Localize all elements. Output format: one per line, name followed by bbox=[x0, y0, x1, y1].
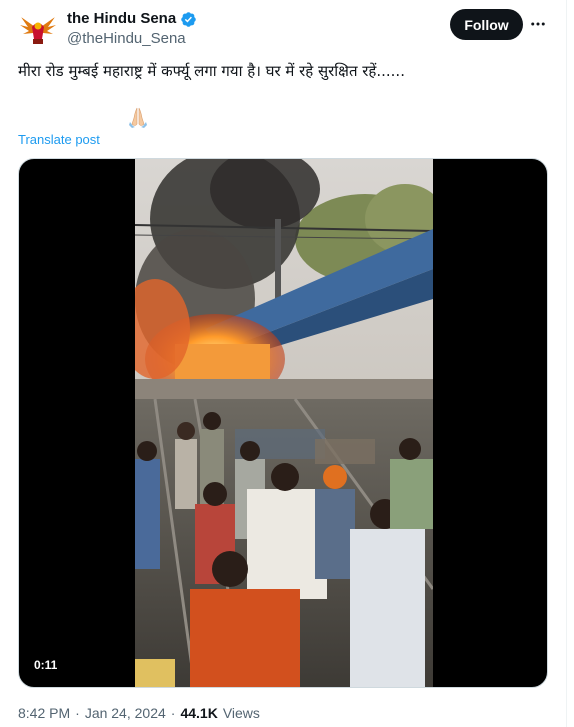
follow-button[interactable]: Follow bbox=[450, 9, 523, 40]
tweet-card: the Hindu Sena @theHindu_Sena Follow मीर… bbox=[0, 0, 567, 727]
post-text: मीरा रोड मुम्बई महाराष्ट्र में कर्फ्यू ल… bbox=[18, 62, 405, 80]
views-label[interactable]: Views bbox=[223, 703, 260, 723]
meta-separator: · bbox=[75, 705, 80, 721]
views-count[interactable]: 44.1K bbox=[180, 703, 217, 723]
meta-separator: · bbox=[170, 705, 176, 721]
video-frame[interactable] bbox=[135, 159, 433, 687]
more-options-button[interactable] bbox=[528, 13, 548, 35]
author-handle[interactable]: @theHindu_Sena bbox=[67, 29, 186, 49]
video-thumbnail bbox=[135, 159, 433, 687]
post-date[interactable]: Jan 24, 2024 bbox=[85, 703, 166, 723]
verified-badge-icon bbox=[181, 11, 196, 27]
video-player[interactable]: 0:11 bbox=[18, 158, 548, 688]
folded-hands-icon bbox=[129, 107, 147, 128]
author-name-row[interactable]: the Hindu Sena bbox=[67, 9, 197, 29]
video-duration-badge: 0:11 bbox=[29, 655, 63, 675]
more-horizontal-icon bbox=[531, 22, 545, 26]
avatar[interactable] bbox=[18, 9, 58, 49]
post-time[interactable]: 8:42 PM bbox=[18, 703, 70, 723]
saffron-bird-emblem-icon bbox=[20, 17, 56, 44]
author-display-name[interactable]: the Hindu Sena bbox=[67, 9, 176, 29]
post-metadata: 8:42 PM · Jan 24, 2024 · 44.1K Views bbox=[18, 703, 260, 723]
translate-post-link[interactable]: Translate post bbox=[18, 131, 100, 149]
